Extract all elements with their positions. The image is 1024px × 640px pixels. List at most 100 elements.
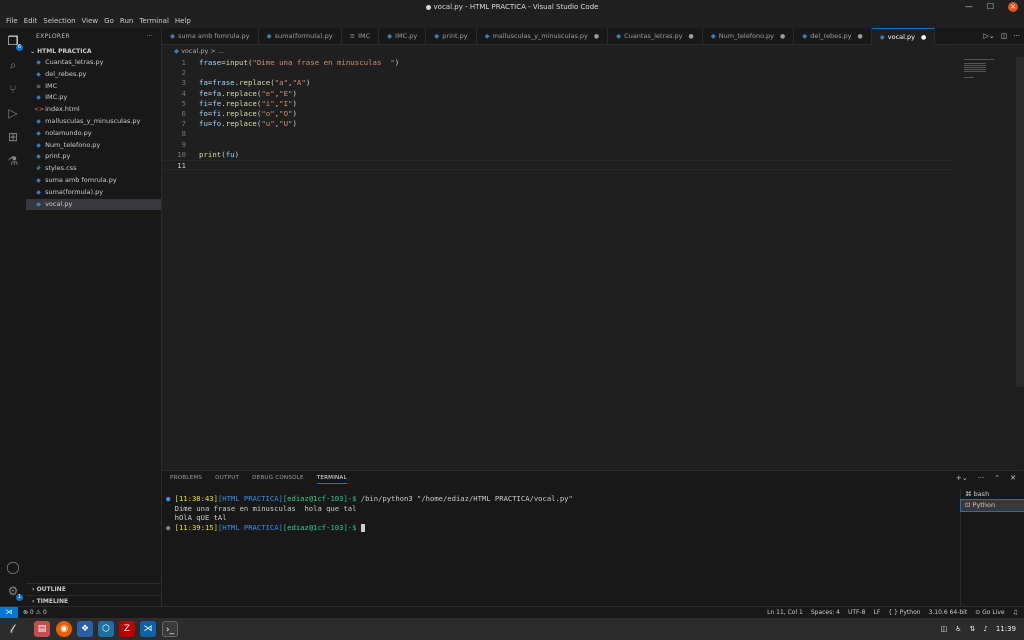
network-icon[interactable]: ⇅ xyxy=(969,618,975,640)
terminal-item-bash[interactable]: ⌘ bash xyxy=(961,489,1024,500)
tab-suma-formula[interactable]: ◆ suma(formula).py xyxy=(259,28,342,45)
tab-imc-py[interactable]: ◆ IMC.py xyxy=(379,28,427,45)
unsaved-dot-icon[interactable]: ● xyxy=(780,33,785,40)
files-app-icon[interactable]: ▤ xyxy=(34,621,50,637)
file-item[interactable]: ◆ Cuantas_letras.py xyxy=(26,57,161,69)
file-label: Num_telefono.py xyxy=(45,140,101,149)
file-item[interactable]: # styles.css xyxy=(26,163,161,175)
tab-del-rebes[interactable]: ◆ del_rebes.py ● xyxy=(794,28,872,45)
file-item[interactable]: <> index.html xyxy=(26,104,161,116)
terminal-app-icon[interactable]: ›_ xyxy=(162,621,178,637)
tab-suma-amb-fomrula[interactable]: ◆ suma amb fomrula.py xyxy=(162,28,259,45)
source-control-icon[interactable]: ⑂ xyxy=(6,82,20,96)
encoding[interactable]: UTF-8 xyxy=(848,607,866,618)
file-item[interactable]: ◆ Num_telefono.py xyxy=(26,140,161,152)
menu-run[interactable]: Run xyxy=(117,14,136,28)
more-actions-icon[interactable]: ··· xyxy=(146,28,153,46)
tab-imc[interactable]: ≡ IMC xyxy=(342,28,380,45)
menu-terminal[interactable]: Terminal xyxy=(136,14,172,28)
language-mode[interactable]: { } Python xyxy=(888,607,920,618)
cursor-position[interactable]: Ln 11, Col 1 xyxy=(767,607,803,618)
panel-tabs: PROBLEMS OUTPUT DEBUG CONSOLE TERMINAL xyxy=(170,475,347,484)
split-editor-icon[interactable]: ◫ xyxy=(1001,28,1008,45)
filezilla-icon[interactable]: Z xyxy=(119,621,135,637)
terminal-output[interactable]: ● [11:38:43][HTML PRACTICA][ediaz@1cf-10… xyxy=(166,494,956,532)
editor-scrollbar[interactable] xyxy=(1016,57,1024,387)
tab-terminal[interactable]: TERMINAL xyxy=(316,475,347,484)
file-item-selected[interactable]: ◆ vocal.py xyxy=(26,198,161,211)
account-icon[interactable]: ◯ xyxy=(6,560,20,574)
tab-debug-console[interactable]: DEBUG CONSOLE xyxy=(252,475,304,484)
unsaved-dot-icon[interactable]: ● xyxy=(594,33,599,40)
menu-go[interactable]: Go xyxy=(101,14,117,28)
outline-section[interactable]: › OUTLINE xyxy=(26,583,162,595)
run-debug-icon[interactable]: ▷ xyxy=(6,106,20,120)
more-actions-icon[interactable]: ··· xyxy=(978,474,985,482)
more-actions-icon[interactable]: ··· xyxy=(1013,28,1020,45)
virtualbox-icon[interactable]: ⬡ xyxy=(98,621,114,637)
file-item[interactable]: ◆ IMC.py xyxy=(26,92,161,104)
file-label: vocal.py xyxy=(45,199,73,208)
clock[interactable]: 11:39 xyxy=(996,618,1016,640)
tab-problems[interactable]: PROBLEMS xyxy=(170,475,202,484)
explorer-icon[interactable]: ❐ 6 xyxy=(6,34,23,51)
terminal-item-python[interactable]: ⊡ Python xyxy=(960,499,1024,512)
file-item[interactable]: ≡ IMC xyxy=(26,81,161,93)
unsaved-dot-icon[interactable]: ● xyxy=(921,34,926,41)
file-label: mallusculas_y_minusculas.py xyxy=(45,116,141,125)
line-ending[interactable]: LF xyxy=(874,607,881,618)
maximize-icon[interactable]: ☐ xyxy=(987,0,994,14)
minimap[interactable] xyxy=(962,57,1014,469)
run-icon[interactable]: ▷⌄ xyxy=(983,28,994,45)
prompt-dir: [HTML PRACTICA] xyxy=(217,494,283,503)
vm-app-icon[interactable]: ❖ xyxy=(77,621,93,637)
breadcrumb[interactable]: ◆ vocal.py > ... xyxy=(162,45,952,57)
menu-file[interactable]: File xyxy=(3,14,21,28)
python-interpreter[interactable]: 3.10.6 64-bit xyxy=(929,607,968,618)
firefox-icon[interactable]: ◉ xyxy=(56,621,72,637)
vscode-icon[interactable]: ⋊ xyxy=(140,621,156,637)
tab-vocal[interactable]: ◆ vocal.py ● xyxy=(871,28,936,45)
clipboard-icon[interactable]: ◫ xyxy=(941,618,948,640)
problems-count[interactable]: ⊗ 0 ⚠ 0 xyxy=(23,607,47,618)
indentation[interactable]: Spaces: 4 xyxy=(811,607,840,618)
unsaved-dot-icon[interactable]: ● xyxy=(689,33,694,40)
maximize-panel-icon[interactable]: ⌃ xyxy=(994,474,1000,482)
file-item[interactable]: ◆ print.py xyxy=(26,151,161,163)
code-token: fe xyxy=(212,98,222,108)
close-panel-icon[interactable]: ✕ xyxy=(1010,474,1016,482)
menu-edit[interactable]: Edit xyxy=(21,14,41,28)
settings-gear-icon[interactable]: ⚙ 1 xyxy=(6,584,23,601)
file-item[interactable]: ◆ mallusculas_y_minusculas.py xyxy=(26,116,161,128)
tab-print[interactable]: ◆ print.py xyxy=(426,28,477,45)
code-editor[interactable]: 1 frase=input("Dime una frase en minuscul… xyxy=(162,57,962,469)
tab-num-telefono[interactable]: ◆ Num_telefono.py ● xyxy=(703,28,795,45)
file-item[interactable]: ◆ del_rebes.py xyxy=(26,69,161,81)
file-item[interactable]: ◆ suma(formula).py xyxy=(26,187,161,199)
file-item[interactable]: ◆ suma amb fomrula.py xyxy=(26,175,161,187)
notifications-icon[interactable]: ♫ xyxy=(1013,607,1018,618)
volume-icon[interactable]: ♪ xyxy=(983,618,987,640)
accessibility-icon[interactable]: ♿ xyxy=(955,618,961,640)
tab-output[interactable]: OUTPUT xyxy=(215,475,239,484)
tab-cuantas-letras[interactable]: ◆ Cuantas_letras.py ● xyxy=(608,28,703,45)
menu-selection[interactable]: Selection xyxy=(40,14,78,28)
file-item[interactable]: ◆ nolamundo.py xyxy=(26,128,161,140)
workspace-folder[interactable]: ⌄ HTML PRACTICA xyxy=(26,46,161,57)
testing-icon[interactable]: ⚗ xyxy=(6,154,20,168)
extensions-icon[interactable]: ⊞ xyxy=(6,130,20,144)
code-line: 9 xyxy=(162,140,952,150)
tab-mallusculas[interactable]: ◆ mallusculas_y_minusculas.py ● xyxy=(477,28,609,45)
tab-label: print.py xyxy=(442,32,468,40)
unsaved-dot-icon[interactable]: ● xyxy=(858,33,863,40)
menu-help[interactable]: Help xyxy=(172,14,194,28)
file-label: Cuantas_letras.py xyxy=(45,58,104,66)
new-terminal-icon[interactable]: +⌄ xyxy=(956,474,968,482)
go-live-button[interactable]: ⊙ Go Live xyxy=(975,607,1004,618)
launcher-icon[interactable]: 𝓁 xyxy=(4,621,20,637)
menu-view[interactable]: View xyxy=(79,14,102,28)
python-file-icon: ◆ xyxy=(36,200,41,208)
minimize-icon[interactable]: — xyxy=(965,0,973,14)
search-icon[interactable]: ⌕ xyxy=(6,58,20,72)
close-icon[interactable]: ✕ xyxy=(1008,2,1018,12)
